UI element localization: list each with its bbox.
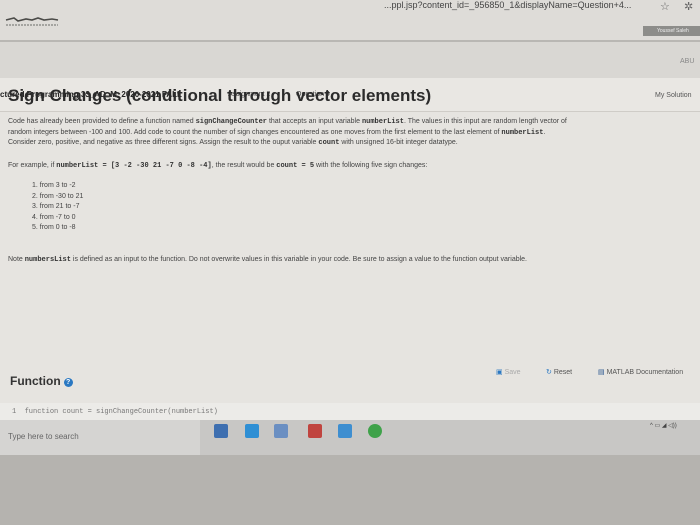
task-view-icon[interactable]	[214, 424, 228, 438]
code-text[interactable]: function count = signChangeCounter(numbe…	[25, 408, 218, 416]
function-heading-label: Function	[10, 374, 61, 388]
variable-code: numberList	[501, 128, 544, 137]
text: For example, if	[8, 162, 57, 169]
documentation-icon: ▤	[598, 369, 605, 376]
screen: ...ppl.jsp?content_id=_956850_1&displayN…	[0, 0, 700, 525]
example-line: For example, if numberList = [3 -2 -30 2…	[8, 162, 427, 170]
problem-title: Sign Changes (conditional through vector…	[8, 86, 432, 105]
note-text: Note numbersList is defined as an input …	[8, 256, 527, 264]
sign-change-list: 1. from 3 to -2 2. from -30 to 21 3. fro…	[32, 182, 83, 235]
taskbar-search[interactable]: Type here to search	[0, 420, 200, 456]
description-line-1: Code has already been provided to define…	[8, 117, 698, 128]
list-item: 5. from 0 to -8	[32, 224, 76, 231]
address-bar-url[interactable]: ...ppl.jsp?content_id=_956850_1&displayN…	[384, 0, 631, 10]
text: Code has already been provided to define…	[8, 118, 196, 125]
reset-label: Reset	[553, 369, 573, 376]
line-number: 1	[12, 408, 17, 416]
function-name-code: signChangeCounter	[195, 118, 267, 126]
documentation-label: MATLAB Documentation	[606, 369, 684, 376]
chrome-browser-icon[interactable]	[368, 424, 382, 438]
list-item: 1. from 3 to -2	[32, 182, 76, 189]
code-line[interactable]: 1 function count = signChangeCounter(num…	[12, 408, 218, 416]
text: that accepts an input variable	[267, 118, 362, 125]
reset-button[interactable]: ↻ Reset	[546, 368, 572, 376]
text: . The values in this input are random le…	[403, 118, 567, 125]
text: is defined as an input to the function. …	[70, 256, 528, 263]
text: Consider zero, positive, and negative as…	[8, 139, 319, 146]
function-heading: Function?	[10, 374, 73, 388]
my-solution-link[interactable]: My Solution	[655, 92, 692, 99]
variable-code: count	[318, 139, 340, 147]
app-logo	[5, 17, 59, 26]
photos-icon[interactable]	[338, 424, 352, 438]
description-line-2: random integers between -100 and 100. Ad…	[8, 128, 698, 139]
extension-icon[interactable]: ✲	[684, 0, 693, 13]
variable-code: numberList	[361, 118, 404, 126]
save-label: Save	[504, 369, 521, 376]
taskbar-search-input[interactable]: Type here to search	[8, 432, 79, 441]
variable-code: numbersList	[24, 256, 71, 264]
text: with unsigned 16-bit integer datatype.	[339, 139, 458, 146]
system-tray-icons[interactable]: ^ ▭ ◢ ◁))	[650, 422, 677, 429]
text: with the following five sign changes:	[314, 162, 428, 169]
people-icon[interactable]	[274, 424, 288, 438]
text: .	[543, 128, 546, 136]
list-item: 4. from -7 to 0	[32, 213, 76, 221]
save-button[interactable]: ▣ Save	[496, 368, 521, 376]
text: , the result would be	[211, 162, 277, 169]
problem-description: Code has already been provided to define…	[8, 117, 698, 149]
description-line-3: Consider zero, positive, and negative as…	[8, 138, 698, 149]
profile-button[interactable]: Youssef Saleh	[643, 26, 700, 36]
windows-taskbar: Type here to search ^ ▭ ◢ ◁))	[0, 420, 700, 456]
page-header-band: ABU	[0, 42, 700, 78]
function-panel-header: Function? ▣ Save ↻ Reset ▤ MATLAB Docume…	[0, 360, 700, 398]
institution-label: ABU	[680, 58, 695, 65]
example-input-code: numberList = [3 -2 -30 21 -7 0 -8 -4]	[56, 162, 212, 170]
save-icon: ▣	[496, 369, 503, 376]
reset-icon: ↻	[546, 369, 552, 376]
list-item: 2. from -30 to 21	[32, 192, 84, 200]
desk-background	[0, 455, 700, 525]
text: random integers between -100 and 100. Ad…	[8, 128, 502, 136]
help-icon[interactable]: ?	[63, 378, 73, 387]
matlab-documentation-button[interactable]: ▤ MATLAB Documentation	[598, 368, 683, 376]
edge-browser-icon[interactable]	[245, 424, 259, 438]
office-app-icon[interactable]	[308, 424, 322, 438]
text: Note	[8, 256, 25, 263]
example-output-code: count = 5	[276, 162, 315, 170]
browser-toolbar: ...ppl.jsp?content_id=_956850_1&displayN…	[0, 0, 700, 40]
bookmark-star-icon[interactable]: ☆	[660, 0, 670, 13]
list-item: 3. from 21 to -7	[32, 203, 80, 210]
